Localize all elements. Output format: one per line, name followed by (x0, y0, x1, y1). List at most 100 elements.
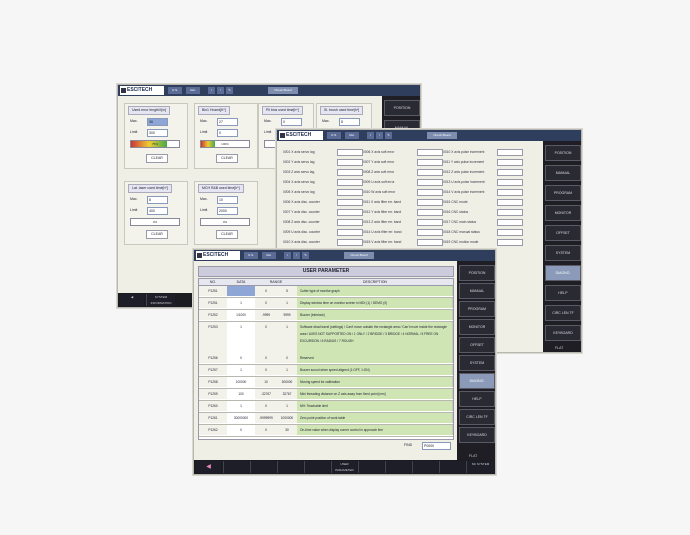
table-row[interactable]: P1259 100 -32767 32767 Mini threading distan… (199, 389, 453, 401)
back-arrow-icon[interactable]: ◀ (120, 294, 144, 306)
sidebar-item-offset[interactable]: OFFSET (545, 225, 581, 241)
param-description: On-time value when display corner contro… (297, 425, 453, 435)
group-title: Used error lengthX[m] (128, 106, 171, 115)
diagnosis-label: 0006 X axis soft error (363, 150, 395, 154)
edit-icon[interactable]: ✎ (302, 252, 309, 259)
param-value[interactable] (227, 286, 256, 296)
sidebar-item-monitor[interactable]: MONITOR (545, 205, 581, 221)
softkey-button[interactable] (412, 461, 438, 473)
table-row[interactable]: P1252 1/1000 -9999 9999 Buzzer (interlock) (199, 310, 453, 322)
info-icon[interactable]: i (208, 87, 215, 94)
clear-button[interactable]: CLEAR (216, 230, 238, 239)
diagnosis-label: 0007 Y axis soft error (363, 160, 395, 164)
check-board-tab[interactable]: Check Board (268, 87, 298, 94)
max-field[interactable]: 27 (217, 118, 238, 126)
sidebar-item-position[interactable]: POSITION (459, 265, 495, 281)
sidebar-item-manual[interactable]: MANUAL (459, 283, 495, 299)
softkey-button[interactable] (304, 461, 330, 473)
toolbar-tab-us[interactable]: U.S. (244, 252, 258, 259)
sidebar-item-system[interactable]: SYSTEM (545, 245, 581, 261)
param-value[interactable]: 1 (227, 365, 256, 375)
sidebar-item-position[interactable]: POSITION (545, 145, 581, 161)
alarm-icon[interactable]: ! (217, 87, 224, 94)
toolbar-tab-rel[interactable]: Rel. (262, 252, 276, 259)
limit-field[interactable]: 0 (217, 129, 238, 137)
param-value[interactable]: 0 (227, 353, 256, 363)
max-field[interactable]: 8 (147, 196, 168, 204)
toolbar-tab-rel[interactable]: Rel. (186, 87, 200, 94)
sidebar-item-offset[interactable]: OFFSET (459, 337, 495, 353)
diagnosis-item: 0008 Z axis disc. counter (283, 218, 363, 226)
find-input[interactable]: P0000 (422, 442, 451, 450)
sidebar-item-keyboard[interactable]: KEYBOARD (459, 427, 495, 443)
param-value[interactable]: 1 (227, 298, 256, 308)
table-row[interactable]: P1256 0 0 0 Reserved (199, 353, 453, 365)
table-row[interactable]: P1253 1 0 1 Software dead travel (settings) … (199, 322, 453, 354)
limit-field[interactable]: 300 (147, 129, 168, 137)
check-board-tab[interactable]: Check Board (427, 132, 457, 139)
sidebar-item-program[interactable]: PROGRAM (459, 301, 495, 317)
softkey-button[interactable] (223, 461, 249, 473)
sidebar-item-system[interactable]: SYSTEM (459, 355, 495, 371)
edit-icon[interactable]: ✎ (226, 87, 233, 94)
diagnosis-label: 0009 U axis soft error (363, 180, 395, 184)
logo-icon (197, 253, 202, 258)
max-field[interactable]: 36 (147, 118, 168, 126)
info-icon[interactable]: i (367, 132, 374, 139)
softkey-button[interactable] (277, 461, 303, 473)
clear-button[interactable]: CLEAR (146, 154, 168, 163)
sidebar-item-position[interactable]: POSITION (384, 100, 420, 116)
param-value[interactable]: 1/1000 (227, 310, 256, 320)
table-row[interactable]: P1260 1 0 1 MH: Teachable limit (199, 401, 453, 413)
max-field[interactable]: 10 (217, 196, 238, 204)
edit-icon[interactable]: ✎ (385, 132, 392, 139)
system-info-button[interactable]: SYSTEM INFORMATION (146, 294, 175, 306)
back-arrow-icon[interactable]: ◀ (196, 461, 221, 473)
table-row[interactable]: P1258 100000 10 300000 Moving speed for cali… (199, 377, 453, 389)
sidebar-item-circ-len-tf[interactable]: CIRC LEN TF (545, 305, 581, 321)
param-value[interactable]: 1 (227, 322, 256, 354)
limit-field[interactable]: 2000 (217, 207, 238, 215)
limit-field[interactable]: 400 (147, 207, 168, 215)
diagnosis-item: 0005 X axis servo lag (283, 188, 363, 196)
max-field[interactable]: 8 (339, 118, 360, 126)
param-number: P1253 (199, 322, 228, 354)
softkey-button[interactable] (358, 461, 384, 473)
info-icon[interactable]: i (284, 252, 291, 259)
sidebar-item-circ-len-tf[interactable]: CIRC LEN TF (459, 409, 495, 425)
clear-button[interactable]: CLEAR (146, 230, 168, 239)
max-field[interactable]: 0 (281, 118, 302, 126)
find-label: FIND (404, 443, 413, 447)
check-board-tab[interactable]: Check Board (344, 252, 374, 259)
param-value[interactable]: 0 (227, 425, 256, 435)
sidebar-item-program[interactable]: PROGRAM (545, 185, 581, 201)
toolbar-tab-us[interactable]: U.S. (327, 132, 341, 139)
sidebar-item-help[interactable]: HELP (459, 391, 495, 407)
sidebar-item-diagno[interactable]: DIAGNO. (459, 373, 495, 389)
diagnosis-label: 0011 Y axis pulse increment (443, 160, 485, 164)
table-row[interactable]: P1261 30000000 -9999999 1000000 Zero point p… (199, 413, 453, 425)
sidebar-item-monitor[interactable]: MONITOR (459, 319, 495, 335)
softkey-button[interactable]: USER PARAMETER (331, 461, 357, 473)
sidebar-item-manual[interactable]: MANUAL (545, 165, 581, 181)
nc-system-button[interactable]: NC SYSTEM (466, 461, 494, 473)
sidebar-item-keyboard[interactable]: KEYBOARD (545, 325, 581, 341)
table-row[interactable]: P1251 1 0 1 Display window time on monitor s… (199, 298, 453, 310)
toolbar-tab-us[interactable]: U.S. (168, 87, 182, 94)
table-row[interactable]: P1251 0 5 Cutter type of monitor graph (199, 286, 453, 298)
alarm-icon[interactable]: ! (293, 252, 300, 259)
clear-button[interactable]: CLEAR (216, 154, 238, 163)
alarm-icon[interactable]: ! (376, 132, 383, 139)
param-value[interactable]: 1 (227, 401, 256, 411)
table-row[interactable]: P1257 1 0 1 Buzzer sound when speed aligned … (199, 365, 453, 377)
param-value[interactable]: 100000 (227, 377, 256, 387)
param-value[interactable]: 30000000 (227, 413, 256, 423)
table-row[interactable]: P1262 0 0 30 On-time value when display corn… (199, 425, 453, 437)
softkey-button[interactable] (250, 461, 276, 473)
toolbar-tab-rel[interactable]: Rel. (345, 132, 359, 139)
sidebar-item-help[interactable]: HELP (545, 285, 581, 301)
softkey-button[interactable] (439, 461, 465, 473)
param-value[interactable]: 100 (227, 389, 256, 399)
sidebar-item-diagno[interactable]: DIAGNO. (545, 265, 581, 281)
softkey-button[interactable] (385, 461, 411, 473)
